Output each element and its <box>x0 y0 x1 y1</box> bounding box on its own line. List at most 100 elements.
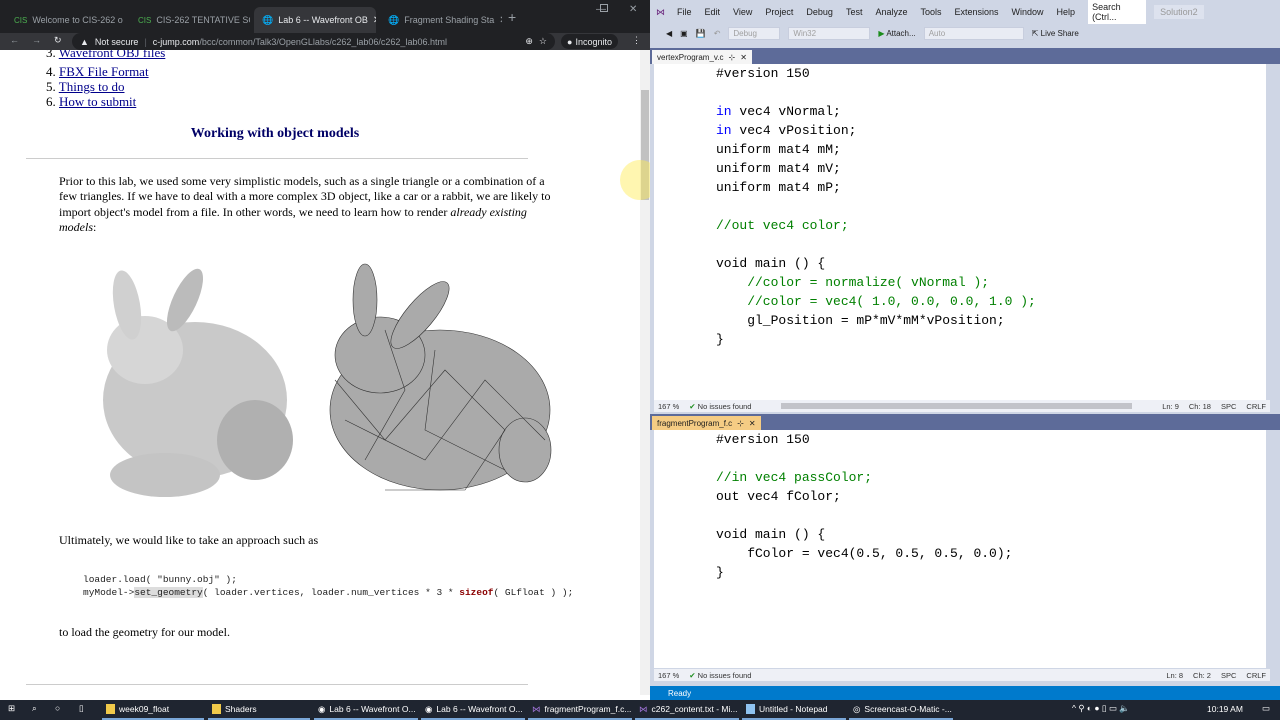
forward-icon[interactable]: → <box>32 35 41 45</box>
doc-tab-well-1: vertexProgram_v.c ⊹ ✕ <box>650 48 1280 64</box>
toc-item: 4. FBX File Format <box>46 64 149 79</box>
bunny-images <box>103 263 552 497</box>
menu-analyze[interactable]: Analyze <box>875 7 907 17</box>
menu-project[interactable]: Project <box>765 7 793 17</box>
incognito-badge[interactable]: ● Incognito <box>561 34 618 49</box>
menu-tools[interactable]: Tools <box>920 7 941 17</box>
search-icon[interactable]: ⌕ <box>32 703 37 714</box>
toc-link[interactable]: Things to do <box>59 79 125 94</box>
address-bar[interactable]: ▲ Not secure | c-jump.com/bcc/common/Tal… <box>72 33 555 50</box>
taskbar-item[interactable]: Shaders <box>208 700 310 720</box>
vs-menu-bar: ⋈ File Edit View Project Debug Test Anal… <box>650 0 1280 24</box>
vs-status-bar: Ready <box>650 686 1280 700</box>
close-window-button[interactable]: ✕ <box>629 4 637 15</box>
page-scrollbar[interactable] <box>640 50 650 695</box>
clock[interactable]: 10:19 AM <box>1207 704 1243 714</box>
close-icon: ✕ <box>740 52 747 62</box>
intro-paragraph: Prior to this lab, we used some very sim… <box>59 174 551 234</box>
editor-status-bar: 167 % ✔ No issues found Ln: 9 Ch: 18 SPC CR… <box>654 400 1270 412</box>
pin-icon: ⊹ <box>737 418 744 428</box>
new-project-icon[interactable]: ▣ <box>680 29 688 38</box>
auto-dropdown[interactable]: Auto <box>923 26 1024 40</box>
toc-link[interactable]: Wavefront OBJ files <box>59 50 166 60</box>
browser-tab[interactable]: CISCIS-262 TENTATIVE SC✕ <box>130 7 250 33</box>
back-icon[interactable]: ← <box>10 35 19 45</box>
horizontal-scrollbar[interactable] <box>781 403 1133 409</box>
notifications-icon[interactable]: ▭ <box>1262 703 1270 714</box>
address-bar-row: ← → ↻ ▲ Not secure | c-jump.com/bcc/comm… <box>0 33 650 50</box>
code-editor-fragment[interactable]: #version 150 //in vec4 passColor; out ve… <box>654 430 1266 668</box>
cortana-icon[interactable]: ○ <box>55 703 60 713</box>
closing-text: to load the geometry for our model. <box>59 625 230 639</box>
browser-tab-active[interactable]: 🌐Lab 6 -- Wavefront OB✕ <box>254 7 376 33</box>
browser-tab[interactable]: 🌐Fragment Shading Sta✕ <box>380 7 502 33</box>
code-editor-vertex[interactable]: #version 150 in vec4 vNormal; in vec4 vP… <box>654 64 1266 400</box>
back-icon[interactable]: ◀ <box>666 29 672 38</box>
tab-vertex-program[interactable]: vertexProgram_v.c ⊹ ✕ <box>652 50 752 64</box>
taskbar-item[interactable]: ⋈ c262_content.txt - Mi... <box>635 700 739 720</box>
taskbar-item[interactable]: ◉ Lab 6 -- Wavefront O... <box>314 700 418 720</box>
menu-extensions[interactable]: Extensions <box>955 7 999 17</box>
zoom-icon[interactable]: ⊕ <box>525 36 533 47</box>
menu-icon[interactable]: ⋮ <box>632 35 641 46</box>
maximize-button[interactable] <box>600 4 608 12</box>
taskbar-item[interactable]: Untitled - Notepad <box>742 700 846 720</box>
menu-file[interactable]: File <box>677 7 692 17</box>
toc-link[interactable]: FBX File Format <box>59 64 149 79</box>
globe-icon: 🌐 <box>262 14 274 25</box>
config-dropdown[interactable]: Debug <box>728 26 781 40</box>
system-tray-icons[interactable]: ^ ⚲ ◐ ● ▯ ▭ 🔈 <box>1072 703 1130 714</box>
vs-icon: ⋈ <box>532 703 541 714</box>
toc-item: 3. Wavefront OBJ files <box>46 50 165 61</box>
browser-tab[interactable]: CISWelcome to CIS-262 o✕ <box>6 7 124 33</box>
menu-help[interactable]: Help <box>1057 7 1076 17</box>
toc-item: 6. How to submit <box>46 94 137 109</box>
undo-icon[interactable]: ↶ <box>714 29 721 38</box>
close-icon: ✕ <box>748 418 756 428</box>
vs-icon: ⋈ <box>639 703 648 714</box>
reload-icon[interactable]: ↻ <box>54 35 62 46</box>
platform-dropdown[interactable]: Win32 <box>788 26 871 40</box>
cis-favicon: CIS <box>14 15 28 25</box>
menu-test[interactable]: Test <box>846 7 863 17</box>
globe-icon: 🌐 <box>388 14 400 25</box>
chrome-icon: ◉ <box>318 703 326 714</box>
cis-favicon: CIS <box>138 15 152 25</box>
vs-logo-icon: ⋈ <box>656 6 665 17</box>
pin-icon: ⊹ <box>728 52 736 62</box>
taskbar-item[interactable]: ◉ Lab 6 -- Wavefront O... <box>421 700 525 720</box>
check-icon: ✔ <box>689 670 696 680</box>
menu-debug[interactable]: Debug <box>806 7 833 17</box>
code-line: myModel->set_geometry( loader.vertices, … <box>83 587 574 598</box>
attach-button[interactable]: ▶ Attach... <box>878 29 915 38</box>
vs-search-input[interactable]: Search (Ctrl... <box>1088 0 1147 24</box>
editor-status-bar: 167 % ✔ No issues found Ln: 8 Ch: 2 SPC CRL… <box>654 669 1270 681</box>
divider <box>26 684 528 685</box>
start-icon[interactable]: ⊞ <box>8 703 15 714</box>
taskbar: ⊞ ⌕ ○ ▯ week09_float Shaders ◉ Lab 6 -- W… <box>0 700 1280 720</box>
save-icon[interactable]: 💾 <box>696 29 706 38</box>
menu-edit[interactable]: Edit <box>705 7 721 17</box>
menu-view[interactable]: View <box>733 7 752 17</box>
zoom-dropdown[interactable]: 167 % <box>658 402 679 411</box>
menu-window[interactable]: Window <box>1012 7 1044 17</box>
section-heading: Working with object models <box>190 126 360 141</box>
check-icon: ✔ <box>689 401 696 411</box>
warning-icon: ▲ <box>80 36 89 47</box>
chrome-icon: ◉ <box>425 703 433 714</box>
taskbar-item[interactable]: ⋈ fragmentProgram_f.c... <box>528 700 632 720</box>
incognito-icon: ● <box>567 36 573 47</box>
new-tab-button[interactable]: + <box>508 9 516 25</box>
close-tab-icon[interactable]: ✕ <box>373 15 376 26</box>
star-icon[interactable]: ☆ <box>539 36 547 47</box>
taskbar-item[interactable]: week09_float <box>102 700 204 720</box>
play-icon: ▶ <box>878 28 885 38</box>
bunny-solid-image <box>103 268 293 497</box>
zoom-dropdown[interactable]: 167 % <box>658 671 679 680</box>
toc-link[interactable]: How to submit <box>59 94 136 109</box>
close-tab-icon[interactable]: ✕ <box>499 15 502 26</box>
live-share-button[interactable]: ⇱ Live Share <box>1032 29 1079 38</box>
taskbar-item[interactable]: ◎ Screencast-O-Matic -... <box>849 700 953 720</box>
tab-fragment-program[interactable]: fragmentProgram_f.c ⊹ ✕ <box>652 416 761 430</box>
task-view-icon[interactable]: ▯ <box>79 703 84 714</box>
